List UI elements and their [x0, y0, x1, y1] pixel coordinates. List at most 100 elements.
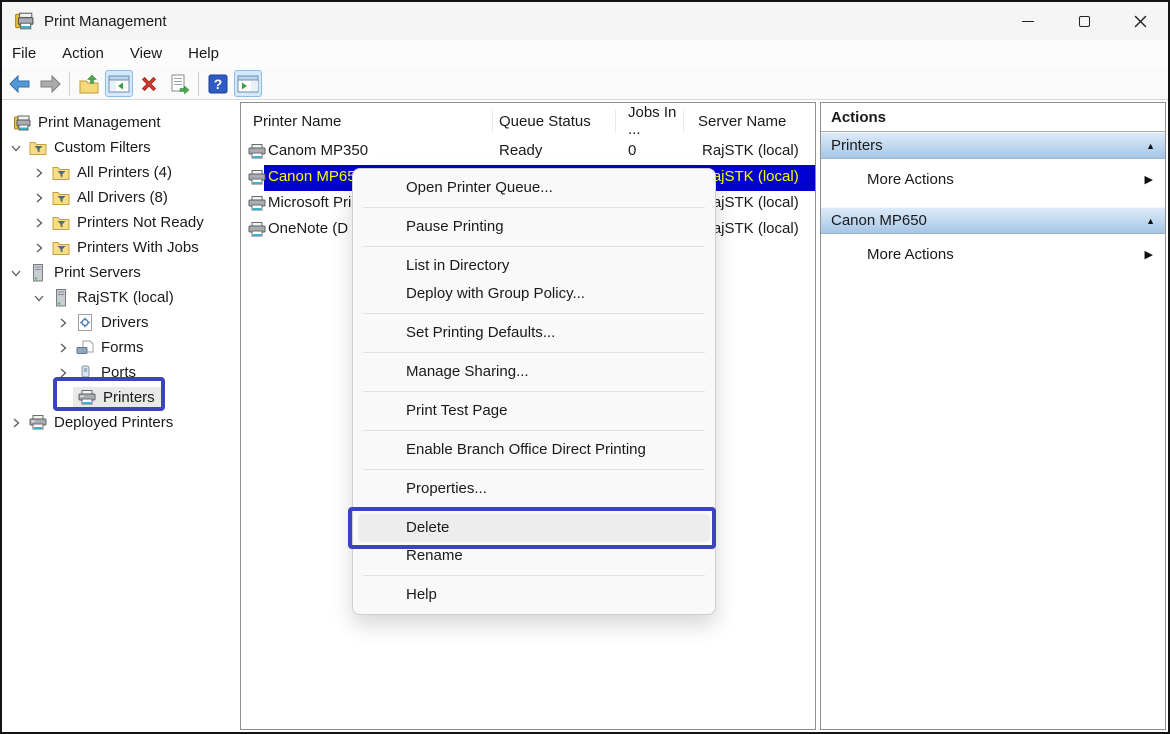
- tree-item-label: Printers Not Ready: [77, 214, 204, 231]
- menu-separator: [363, 469, 705, 470]
- tree-item-ports[interactable]: Ports: [2, 360, 240, 385]
- export-list-button[interactable]: [165, 70, 193, 97]
- more-actions-canon-mp650[interactable]: More Actions ▶: [821, 234, 1165, 274]
- tree-item-label: Printers: [103, 389, 155, 406]
- chevron-expanded-icon[interactable]: [6, 265, 26, 281]
- chevron-expanded-icon[interactable]: [29, 290, 49, 306]
- maximize-button[interactable]: [1056, 2, 1112, 40]
- chevron-collapsed-icon[interactable]: [53, 315, 73, 331]
- column-header-queue-status[interactable]: Queue Status: [493, 110, 616, 132]
- forward-button[interactable]: [36, 70, 64, 97]
- chevron-collapsed-icon[interactable]: [29, 190, 49, 206]
- list-header: Printer Name Queue Status Jobs In ... Se…: [241, 103, 815, 139]
- back-arrow-icon: [9, 75, 31, 93]
- forms-icon: [73, 340, 97, 355]
- show-action-pane-button[interactable]: [234, 70, 262, 97]
- menu-item-rename[interactable]: Rename: [358, 542, 710, 570]
- help-button[interactable]: ?: [204, 70, 232, 97]
- chevron-collapsed-icon[interactable]: [6, 415, 26, 431]
- printer-name-cell: Canon MP650: [268, 168, 364, 185]
- help-icon: ?: [208, 74, 228, 94]
- server-name-cell: RajSTK (local): [702, 220, 799, 237]
- toolbar: ?: [2, 68, 1168, 100]
- tree-item-custom-filters[interactable]: Custom Filters: [2, 135, 240, 160]
- more-actions-label: More Actions: [867, 171, 954, 188]
- menu-item-open-printer-queue[interactable]: Open Printer Queue...: [358, 174, 710, 202]
- menu-separator: [363, 391, 705, 392]
- menu-item-pause-printing[interactable]: Pause Printing: [358, 213, 710, 241]
- tree-item-label: Custom Filters: [54, 139, 151, 156]
- close-button[interactable]: [1112, 2, 1168, 40]
- tree-item-print-servers[interactable]: Print Servers: [2, 260, 240, 285]
- menu-item-print-test-page[interactable]: Print Test Page: [358, 397, 710, 425]
- menu-view[interactable]: View: [117, 43, 175, 66]
- tree-item-rajstk-local[interactable]: RajSTK (local): [2, 285, 240, 310]
- tree-item-label: Ports: [101, 364, 136, 381]
- tree-item-printers-not-ready[interactable]: Printers Not Ready: [2, 210, 240, 235]
- column-header-server-name[interactable]: Server Name: [684, 110, 815, 132]
- tree-item-drivers[interactable]: Drivers: [2, 310, 240, 335]
- column-header-printer-name[interactable]: Printer Name: [241, 110, 493, 132]
- tree-item-all-drivers[interactable]: All Drivers (8): [2, 185, 240, 210]
- actions-section-header-printers[interactable]: Printers ▲: [821, 132, 1165, 159]
- server-name-cell: RajSTK (local): [702, 142, 799, 159]
- export-list-icon: [169, 74, 190, 94]
- menu-file[interactable]: File: [2, 43, 49, 66]
- chevron-collapsed-icon[interactable]: [29, 240, 49, 256]
- tree-item-label: Drivers: [101, 314, 149, 331]
- menu-item-enable-branch-office-direct-printing[interactable]: Enable Branch Office Direct Printing: [358, 436, 710, 464]
- collapse-icon[interactable]: ▲: [1146, 141, 1155, 151]
- menu-item-deploy-with-group-policy[interactable]: Deploy with Group Policy...: [358, 280, 710, 308]
- up-folder-icon: [78, 74, 100, 94]
- collapse-icon[interactable]: ▲: [1146, 216, 1155, 226]
- tree-item-label: All Drivers (8): [77, 189, 168, 206]
- chevron-expanded-icon[interactable]: [6, 140, 26, 156]
- chevron-collapsed-icon[interactable]: [29, 215, 49, 231]
- menu-item-help[interactable]: Help: [358, 581, 710, 609]
- menu-item-list-in-directory[interactable]: List in Directory: [358, 252, 710, 280]
- filter-folder-icon: [49, 166, 73, 180]
- column-header-jobs-in-queue[interactable]: Jobs In ...: [616, 110, 684, 132]
- printer-icon: [248, 170, 266, 189]
- menu-separator: [363, 430, 705, 431]
- printer-row-canom-mp350[interactable]: Canom MP350 Ready 0 RajSTK (local): [241, 139, 815, 165]
- chevron-collapsed-icon[interactable]: [53, 365, 73, 381]
- tree-item-label: Printers With Jobs: [77, 239, 199, 256]
- menu-separator: [363, 246, 705, 247]
- menu-action[interactable]: Action: [49, 43, 117, 66]
- chevron-collapsed-icon[interactable]: [53, 340, 73, 356]
- filter-folder-icon: [49, 191, 73, 205]
- actions-section-canon-mp650: Canon MP650 ▲ More Actions ▶: [821, 207, 1165, 274]
- tree-item-printers-with-jobs[interactable]: Printers With Jobs: [2, 235, 240, 260]
- printer-context-menu: Open Printer Queue... Pause Printing Lis…: [352, 168, 716, 615]
- tree-item-label: Deployed Printers: [54, 414, 173, 431]
- menu-help[interactable]: Help: [175, 43, 232, 66]
- show-console-tree-button[interactable]: [105, 70, 133, 97]
- printer-icon: [248, 222, 266, 241]
- action-pane-icon: [237, 75, 259, 93]
- tree-item-printers[interactable]: Printers: [2, 385, 240, 410]
- server-name-cell: RajSTK (local): [702, 168, 799, 185]
- menu-item-manage-sharing[interactable]: Manage Sharing...: [358, 358, 710, 386]
- print-management-app-icon: [14, 12, 34, 30]
- maximize-icon: [1079, 16, 1090, 27]
- tree-item-deployed-printers[interactable]: Deployed Printers: [2, 410, 240, 435]
- printer-icon: [248, 144, 266, 163]
- menu-item-set-printing-defaults[interactable]: Set Printing Defaults...: [358, 319, 710, 347]
- actions-section-header-canon-mp650[interactable]: Canon MP650 ▲: [821, 207, 1165, 234]
- server-icon: [49, 289, 73, 307]
- tree-item-all-printers[interactable]: All Printers (4): [2, 160, 240, 185]
- queue-status-cell: Ready: [499, 142, 542, 159]
- back-button[interactable]: [6, 70, 34, 97]
- delete-button[interactable]: [135, 70, 163, 97]
- up-one-level-button[interactable]: [75, 70, 103, 97]
- menu-item-properties[interactable]: Properties...: [358, 475, 710, 503]
- menu-item-delete[interactable]: Delete: [358, 514, 710, 542]
- tree-item-label: All Printers (4): [77, 164, 172, 181]
- chevron-collapsed-icon[interactable]: [29, 165, 49, 181]
- tree-item-forms[interactable]: Forms: [2, 335, 240, 360]
- more-actions-printers[interactable]: More Actions ▶: [821, 159, 1165, 199]
- tree-item-print-management[interactable]: Print Management: [2, 110, 240, 135]
- tree-item-label: RajSTK (local): [77, 289, 174, 306]
- minimize-button[interactable]: [1000, 2, 1056, 40]
